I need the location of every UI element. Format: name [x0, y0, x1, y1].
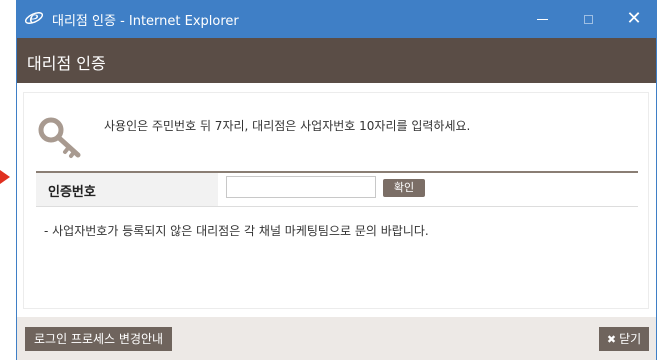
window-client-area: 대리점 인증 사용인은 주민번호 뒤 7자리, 대리점은 사업자번호 10자리를…: [17, 38, 656, 360]
auth-number-label: 인증번호: [48, 185, 96, 200]
dialog-title: 대리점 인증: [27, 54, 106, 73]
dialog-header: 대리점 인증: [17, 38, 656, 83]
window-titlebar[interactable]: e 대리점 인증 - Internet Explorer ✕: [16, 0, 657, 38]
pointer-arrow-icon: [0, 170, 10, 184]
dialog-footer: 로그인 프로세스 변경안내 ✖ 닫기: [17, 317, 656, 360]
internet-explorer-icon: e: [24, 8, 44, 28]
close-button-label: 닫기: [619, 332, 642, 346]
notice-text: - 사업자번호가 등록되지 않은 대리점은 각 채널 마케팅팀으로 문의 바랍니…: [44, 224, 429, 238]
auth-content-panel: 사용인은 주민번호 뒤 7자리, 대리점은 사업자번호 10자리를 입력하세요.…: [23, 92, 649, 309]
auth-number-input[interactable]: [226, 176, 376, 198]
window-close-button[interactable]: ✕: [611, 0, 657, 38]
login-process-info-button[interactable]: 로그인 프로세스 변경안내: [25, 327, 173, 351]
instruction-text: 사용인은 주민번호 뒤 7자리, 대리점은 사업자번호 10자리를 입력하세요.: [104, 119, 471, 133]
x-icon: ✖: [606, 333, 617, 346]
minimize-button[interactable]: [519, 0, 565, 38]
close-button[interactable]: ✖ 닫기: [599, 327, 649, 351]
ie-window: e 대리점 인증 - Internet Explorer ✕ 대리점 인증 사용…: [16, 0, 657, 360]
confirm-button[interactable]: 확인: [383, 179, 425, 197]
maximize-icon: [583, 14, 593, 24]
close-icon: ✕: [626, 8, 642, 29]
minimize-icon: [536, 18, 548, 20]
auth-number-row: 인증번호 확인: [36, 171, 638, 207]
svg-text:e: e: [29, 8, 38, 27]
auth-label-cell: 인증번호: [36, 173, 218, 206]
maximize-button[interactable]: [565, 0, 611, 38]
window-title: 대리점 인증 - Internet Explorer: [52, 14, 239, 29]
key-icon: [38, 115, 84, 159]
